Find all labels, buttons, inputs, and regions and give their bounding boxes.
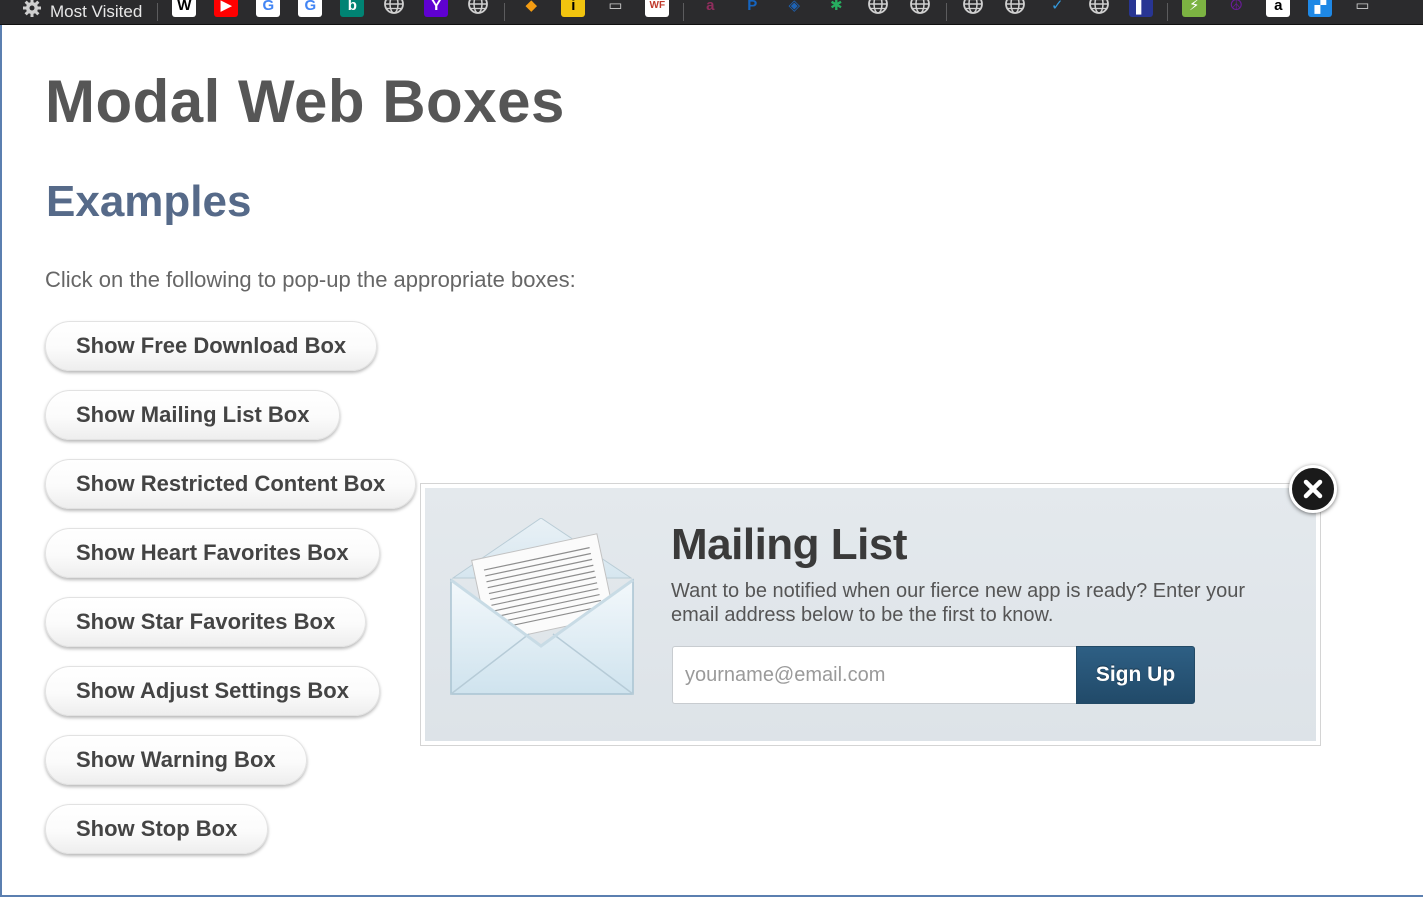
modal-body: Mailing List Want to be notified when ou… — [425, 488, 1316, 741]
window-icon: ▭ — [1355, 0, 1370, 14]
page-title: Modal Web Boxes — [45, 68, 565, 135]
toolbar-separator — [1167, 3, 1169, 21]
toolbar-separator — [157, 3, 159, 21]
modal-description: Want to be notified when our fierce new … — [671, 580, 1246, 626]
bing-icon: b — [340, 0, 365, 17]
mailing-list-modal: Mailing List Want to be notified when ou… — [420, 483, 1321, 746]
bookmark-wikipedia[interactable]: W — [171, 0, 197, 24]
bookmark-globe[interactable] — [1002, 0, 1028, 24]
close-icon — [1303, 479, 1323, 499]
chase-icon: ◈ — [788, 0, 801, 14]
letter-a-icon: a — [706, 0, 715, 14]
bookmark-windows-tile[interactable]: ▞ — [1307, 0, 1333, 24]
bookmark-lightning[interactable]: ⚡ — [1181, 0, 1207, 24]
bookmark-palm-tree[interactable]: ✱ — [823, 0, 849, 24]
email-field[interactable] — [672, 646, 1076, 704]
section-title: Examples — [46, 177, 252, 226]
bookmark-globe[interactable] — [907, 0, 933, 24]
bookmark-peace[interactable]: ☮ — [1223, 0, 1249, 24]
show-adjust-settings-button[interactable]: Show Adjust Settings Box — [45, 666, 380, 716]
wellsfargo-icon: WF — [645, 0, 670, 17]
bookmark-bing[interactable]: b — [339, 0, 365, 24]
sign-up-button[interactable]: Sign Up — [1076, 646, 1195, 704]
bookmark-google[interactable]: G — [255, 0, 281, 24]
bookmark-google[interactable]: G — [297, 0, 323, 24]
gear-icon — [23, 0, 41, 17]
most-visited-bookmark[interactable]: Most Visited — [0, 0, 152, 24]
bookmark-youtube[interactable]: ▶ — [213, 0, 239, 24]
show-mailing-list-button[interactable]: Show Mailing List Box — [45, 390, 341, 440]
bookmark-amazon[interactable]: a — [1265, 0, 1291, 24]
show-free-download-button[interactable]: Show Free Download Box — [45, 321, 378, 371]
envelope-icon — [450, 518, 634, 695]
bookmark-window[interactable]: ▭ — [602, 0, 628, 24]
info-icon: i — [561, 0, 586, 17]
bookmark-letter-a[interactable]: a — [697, 0, 723, 24]
paypal-icon: P — [747, 0, 758, 14]
palm-tree-icon: ✱ — [829, 0, 843, 14]
bookmark-wellsfargo[interactable]: WF — [644, 0, 670, 24]
peace-icon: ☮ — [1229, 0, 1243, 14]
show-star-favorites-button[interactable]: Show Star Favorites Box — [45, 597, 367, 647]
amazon-icon: a — [1266, 0, 1291, 17]
bookmark-bookmark-blue[interactable]: ▌ — [1128, 0, 1154, 24]
show-heart-favorites-button[interactable]: Show Heart Favorites Box — [45, 528, 380, 578]
youtube-icon: ▶ — [214, 0, 239, 17]
globe-icon — [910, 0, 931, 14]
bookmark-paypal[interactable]: P — [739, 0, 765, 24]
bookmark-globe[interactable] — [381, 0, 407, 24]
show-restricted-content-button[interactable]: Show Restricted Content Box — [45, 459, 417, 509]
wikipedia-icon: W — [172, 0, 197, 17]
bookmark-blue-icon: ▌ — [1129, 0, 1154, 17]
bookmark-chase[interactable]: ◈ — [781, 0, 807, 24]
modal-title: Mailing List — [671, 520, 908, 569]
yahoo-icon: Y — [424, 0, 449, 17]
bookmark-window[interactable]: ▭ — [1349, 0, 1375, 24]
bookmark-yahoo[interactable]: Y — [423, 0, 449, 24]
bookmark-icons: W ▶ G Gb Y ◆ i ▭ WF a P ◈ ✱ ✓ ▌ ⚡ ☮ a ▞ ▭ — [163, 0, 1383, 24]
show-warning-button[interactable]: Show Warning Box — [45, 735, 307, 785]
window-icon: ▭ — [608, 0, 623, 14]
bookmark-globe[interactable] — [1086, 0, 1112, 24]
most-visited-label: Most Visited — [50, 2, 143, 21]
toolbar-separator — [946, 3, 948, 21]
bookmarks-toolbar: Most Visited W ▶ G Gb Y ◆ i ▭ WF a P ◈ ✱ ✓ ▌ ⚡ ☮ a ▞ ▭ — [0, 0, 1423, 25]
windows-tile-icon: ▞ — [1308, 0, 1333, 17]
toolbar-separator — [683, 3, 685, 21]
globe-icon — [384, 0, 405, 14]
show-stop-button[interactable]: Show Stop Box — [45, 804, 269, 854]
globe-icon — [1005, 0, 1026, 14]
bookmark-globe[interactable] — [865, 0, 891, 24]
bookmark-info[interactable]: i — [560, 0, 586, 24]
google-icon: G — [256, 0, 281, 17]
diamond-icon: ◆ — [525, 0, 538, 14]
globe-icon — [1089, 0, 1110, 14]
checkmark-icon: ✓ — [1050, 0, 1064, 14]
modal-close-button[interactable] — [1289, 465, 1337, 513]
bookmark-globe[interactable] — [465, 0, 491, 24]
bookmark-checkmark[interactable]: ✓ — [1044, 0, 1070, 24]
bookmark-globe[interactable] — [960, 0, 986, 24]
bookmark-diamond[interactable]: ◆ — [518, 0, 544, 24]
globe-icon — [868, 0, 889, 14]
google-icon: G — [298, 0, 323, 17]
globe-icon — [468, 0, 489, 14]
lightning-icon: ⚡ — [1182, 0, 1207, 17]
intro-text: Click on the following to pop-up the app… — [45, 267, 576, 292]
globe-icon — [963, 0, 984, 14]
toolbar-separator — [504, 3, 506, 21]
